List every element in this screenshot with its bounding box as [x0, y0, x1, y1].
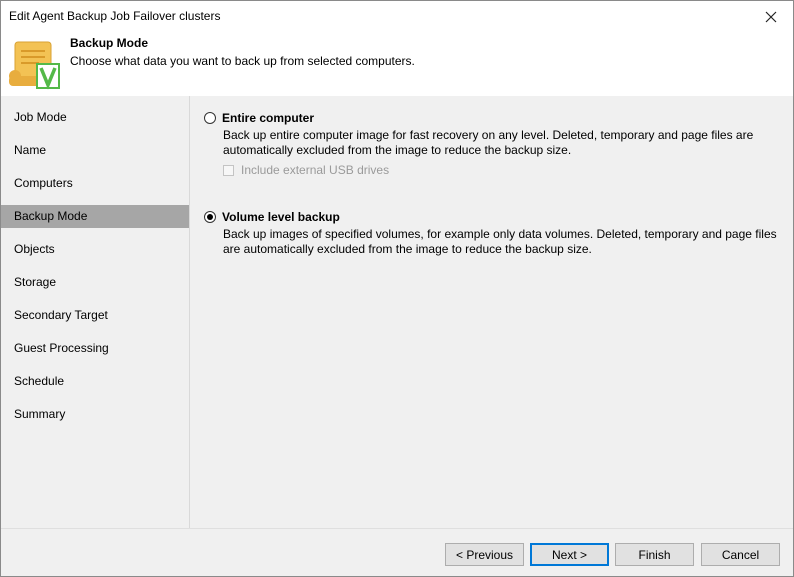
entire-computer-description: Back up entire computer image for fast r… [223, 128, 783, 158]
sidebar-item-summary[interactable]: Summary [1, 403, 189, 426]
volume-level-desc-line2: are automatically excluded from the imag… [223, 242, 592, 256]
scroll-checkmark-icon [9, 41, 60, 90]
page-subtitle: Choose what data you want to back up fro… [70, 54, 415, 68]
close-icon [765, 11, 777, 22]
usb-drives-label: Include external USB drives [241, 163, 390, 177]
volume-level-description: Back up images of specified volumes, for… [223, 227, 783, 257]
sidebar-item-backup-mode[interactable]: Backup Mode [1, 205, 189, 228]
volume-level-label: Volume level backup [222, 210, 340, 224]
entire-computer-desc-line1: Back up entire computer image for fast r… [223, 128, 754, 142]
sidebar-item-name[interactable]: Name [1, 139, 189, 162]
volume-level-option[interactable]: Volume level backup [204, 210, 340, 224]
main-content: Entire computer Back up entire computer … [191, 96, 793, 528]
volume-level-radio[interactable] [204, 211, 216, 223]
entire-computer-label: Entire computer [222, 111, 315, 125]
sidebar-item-guest-processing[interactable]: Guest Processing [1, 337, 189, 360]
sidebar-item-secondary-target[interactable]: Secondary Target [1, 304, 189, 327]
entire-computer-radio[interactable] [204, 112, 216, 124]
previous-button[interactable]: < Previous [445, 543, 524, 566]
volume-level-desc-line1: Back up images of specified volumes, for… [223, 227, 777, 241]
wizard-footer: < Previous Next > Finish Cancel [1, 528, 793, 576]
title-bar: Edit Agent Backup Job Failover clusters [1, 1, 793, 32]
sidebar-item-computers[interactable]: Computers [1, 172, 189, 195]
cancel-button[interactable]: Cancel [701, 543, 780, 566]
dialog-window: Edit Agent Backup Job Failover clusters … [0, 0, 794, 577]
next-button[interactable]: Next > [530, 543, 609, 566]
sidebar-item-storage[interactable]: Storage [1, 271, 189, 294]
sidebar-item-job-mode[interactable]: Job Mode [1, 106, 189, 129]
page-title: Backup Mode [70, 36, 149, 50]
usb-drives-option[interactable]: Include external USB drives [223, 163, 389, 177]
entire-computer-option[interactable]: Entire computer [204, 111, 314, 125]
sidebar-item-objects[interactable]: Objects [1, 238, 189, 261]
entire-computer-desc-line2: automatically excluded from the image to… [223, 143, 572, 157]
usb-drives-checkbox[interactable] [223, 164, 234, 176]
window-title: Edit Agent Backup Job Failover clusters [9, 9, 221, 23]
wizard-steps-sidebar: Job Mode Name Computers Backup Mode Obje… [1, 96, 190, 528]
wizard-header: Backup Mode Choose what data you want to… [1, 32, 793, 96]
sidebar-item-schedule[interactable]: Schedule [1, 370, 189, 393]
close-button[interactable] [749, 1, 793, 32]
finish-button[interactable]: Finish [615, 543, 694, 566]
